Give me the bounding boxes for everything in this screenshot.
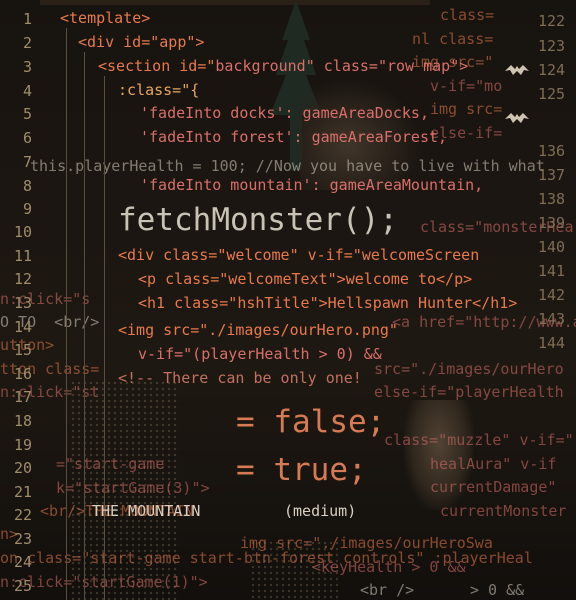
code-token: background" class="row map">	[215, 57, 469, 75]
indent-guide	[84, 52, 85, 600]
line-number: 25	[13, 577, 32, 595]
line-number: 143	[538, 310, 566, 328]
line-number: 19	[13, 436, 32, 454]
line-number: 14	[13, 318, 32, 336]
line-number: 122	[538, 12, 566, 30]
line-number: 9	[22, 200, 32, 218]
bat-icon	[505, 62, 529, 81]
line-number: 142	[538, 286, 566, 304]
line-number: 20	[13, 459, 32, 477]
code-line-fade-forest: 'fadeInto forest': gameAreaForest,	[140, 128, 448, 146]
overlay-fetch-monster: fetchMonster();	[118, 202, 398, 238]
line-number: 2	[22, 34, 32, 52]
indent-guide	[66, 28, 67, 600]
code-line-welcome-text: <p class="welcomeText">welcome to</p>	[138, 270, 473, 288]
line-number: 5	[22, 105, 32, 123]
line-number: 16	[13, 365, 32, 383]
line-number: 22	[13, 506, 32, 524]
indent-guide	[104, 76, 105, 600]
code-editor: 1 2 3 4 5 6 7 8 9 10 11 12 13 14 15 16 1…	[0, 0, 576, 600]
line-number: 140	[538, 238, 566, 256]
line-number: 139	[538, 214, 566, 232]
line-number: 21	[13, 483, 32, 501]
line-number: 123	[538, 37, 566, 55]
line-number: 10	[13, 223, 32, 241]
line-number: 125	[538, 85, 566, 103]
line-number: 141	[538, 262, 566, 280]
code-line-medium: (medium)	[284, 502, 357, 520]
code-line-title: <h1 class="hshTitle">Hellspawn Hunter</h…	[138, 294, 518, 312]
line-number: 124	[538, 61, 566, 79]
bat-icon	[505, 110, 529, 129]
overlay-equals-true: = true;	[236, 452, 367, 488]
line-number: 18	[13, 412, 32, 430]
line-number: 13	[13, 294, 32, 312]
line-number: 137	[538, 166, 566, 184]
code-line-vif-health: v-if="(playerHealth > 0) &&	[138, 345, 382, 363]
line-number: 144	[538, 334, 566, 352]
line-number: 136	[538, 142, 566, 160]
code-line-section: <section id="background" class="row map"…	[98, 57, 468, 76]
code-line-template: <template>	[60, 9, 151, 27]
code-line-div-app: <div id="app">	[78, 33, 205, 51]
code-line-fade-mountain: 'fadeInto mountain': gameAreaMountain,	[140, 176, 484, 194]
line-number: 7	[22, 153, 32, 171]
line-number: 8	[22, 177, 32, 195]
line-number: 6	[22, 129, 32, 147]
code-token: <section id="	[98, 57, 216, 75]
line-number: 11	[13, 247, 32, 265]
line-number: 17	[13, 388, 32, 406]
line-number: 15	[13, 341, 32, 359]
line-number: 23	[13, 530, 32, 548]
code-line-comment: <!-- There can be only one!	[118, 369, 362, 387]
line-number: 138	[538, 190, 566, 208]
line-number: 4	[22, 82, 32, 100]
code-line-welcome-div: <div class="welcome" v-if="welcomeScreen	[118, 246, 480, 264]
code-line-class-binding: :class="{	[118, 81, 200, 99]
code-line-fade-docks: 'fadeInto docks': gameAreaDocks,	[140, 104, 429, 122]
line-number: 12	[13, 270, 32, 288]
line-number: 1	[22, 10, 32, 28]
line-number: 24	[13, 553, 32, 571]
line-number: 3	[22, 58, 32, 76]
overlay-equals-false: = false;	[236, 404, 386, 440]
code-line-mountain: THE MOUNTAIN	[92, 502, 201, 520]
code-line-hero-img: <img src="./images/ourHero.png"	[118, 321, 398, 339]
